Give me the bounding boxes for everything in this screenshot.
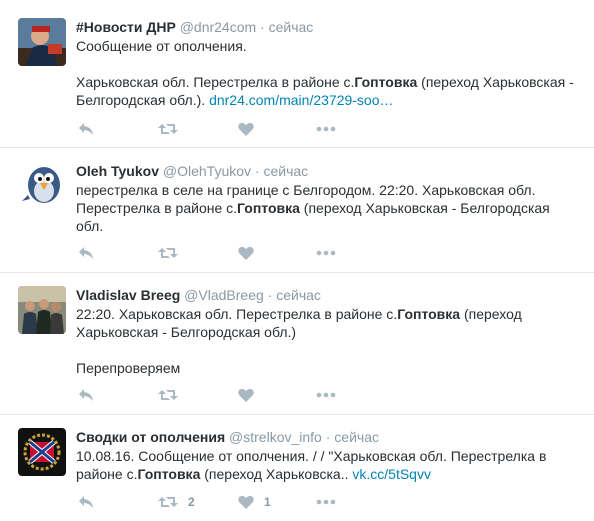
timestamp[interactable]: сейчас: [269, 19, 314, 35]
keyword: Гоптовка: [237, 200, 300, 216]
text-span: районе с.: [76, 466, 138, 482]
more-icon: [316, 126, 336, 132]
tweet-actions: [76, 387, 376, 403]
tweet[interactable]: #Новости ДНР @dnr24com · сейчас Сообщени…: [0, 0, 594, 148]
keyword: Гоптовка: [397, 306, 461, 322]
heart-icon: [238, 388, 254, 402]
tweet-header: #Новости ДНР @dnr24com · сейчас: [76, 18, 584, 36]
separator-dot: ·: [325, 429, 331, 445]
tweet-line: обл.: [76, 218, 104, 234]
heart-icon: [238, 122, 254, 136]
more-button[interactable]: [316, 494, 336, 510]
tweet[interactable]: Vladislav Breeg @VladBreeg · сейчас 22:2…: [0, 274, 594, 415]
tweet-line: Перестрелка в районе с.Гоптовка (переход…: [76, 199, 584, 217]
novorossiya-flag-avatar[interactable]: [18, 428, 66, 476]
more-icon: [316, 499, 336, 505]
retweet-button[interactable]: [158, 245, 188, 261]
tweet-actions: 2 1: [76, 494, 376, 510]
more-button[interactable]: [316, 121, 336, 137]
tweet-link[interactable]: vk.cc/5tSqvv: [352, 466, 431, 482]
tweet-line: перестрелка в селе на границе с Белгород…: [76, 182, 536, 198]
retweet-icon: [158, 248, 178, 258]
retweet-icon: [158, 124, 178, 134]
heart-icon: [238, 246, 254, 260]
tweet-header: Oleh Tyukov @OlehTyukov · сейчас: [76, 162, 584, 180]
reply-button[interactable]: [78, 121, 94, 137]
text-span: 22:20. Харьковская обл. Перестрелка в ра…: [76, 306, 398, 322]
reply-button[interactable]: [78, 387, 94, 403]
tweet-line: Сообщение от ополчения.: [76, 38, 247, 54]
reply-button[interactable]: [78, 245, 94, 261]
timestamp[interactable]: сейчас: [263, 163, 308, 179]
like-button[interactable]: [238, 387, 264, 403]
author-username[interactable]: @dnr24com: [180, 19, 256, 35]
group-photo-avatar[interactable]: [18, 286, 66, 334]
tweet-text: 22:20. Харьковская обл. Перестрелка в ра…: [76, 305, 584, 377]
author-username[interactable]: @OlehTyukov: [163, 163, 251, 179]
tweet-line: Перепроверяем: [76, 360, 181, 376]
keyword: Гоптовка: [137, 466, 201, 482]
author-username[interactable]: @VladBreeg: [184, 287, 264, 303]
tweet-line: Харьковская обл. Перестрелка в районе с.…: [76, 73, 584, 91]
more-button[interactable]: [316, 387, 336, 403]
tweet-actions: [76, 121, 376, 137]
tweet-text: 10.08.16. Сообщение от ополчения. / / "Х…: [76, 447, 584, 483]
separator-dot: ·: [260, 19, 265, 35]
tweet-actions: [76, 245, 376, 261]
reply-icon: [79, 389, 93, 401]
text-span: Белгородская обл.).: [76, 92, 210, 108]
text-span: (переход: [460, 306, 522, 322]
heart-icon: [238, 495, 254, 509]
retweet-button[interactable]: [158, 121, 188, 137]
tweet-header: Сводки от ополчения @strelkov_info · сей…: [76, 428, 584, 446]
tweet-link[interactable]: dnr24.com/main/23729-soo…: [209, 92, 393, 108]
more-icon: [316, 250, 336, 256]
reply-icon: [79, 247, 93, 259]
like-count: 1: [264, 495, 271, 509]
text-span: Харьковская обл. Перестрелка в районе с.: [76, 74, 355, 90]
like-button[interactable]: 1: [238, 494, 271, 510]
reply-icon: [79, 123, 93, 135]
retweet-icon: [158, 497, 178, 507]
author-name[interactable]: Сводки от ополчения: [76, 429, 225, 445]
more-button[interactable]: [316, 245, 336, 261]
separator-dot: ·: [267, 287, 273, 303]
timestamp[interactable]: сейчас: [276, 287, 321, 303]
tweet[interactable]: Oleh Tyukov @OlehTyukov · сейчас перестр…: [0, 149, 594, 273]
author-name[interactable]: Oleh Tyukov: [76, 163, 159, 179]
retweet-icon: [158, 390, 178, 400]
reply-button[interactable]: [78, 494, 94, 510]
retweet-button[interactable]: [158, 387, 188, 403]
dnr-news-avatar[interactable]: [18, 18, 66, 66]
timeline: #Новости ДНР @dnr24com · сейчас Сообщени…: [0, 0, 594, 521]
bird-avatar[interactable]: [18, 161, 66, 209]
keyword: Гоптовка: [354, 74, 418, 90]
text-span: (переход Харьковская -: [417, 74, 574, 90]
tweet-line: Харьковская - Белгородская обл.): [76, 324, 297, 340]
author-username[interactable]: @strelkov_info: [229, 429, 322, 445]
text-span: (переход Харьковска..: [200, 466, 353, 482]
tweet-text: перестрелка в селе на границе с Белгород…: [76, 181, 584, 235]
timestamp[interactable]: сейчас: [334, 429, 379, 445]
tweet-header: Vladislav Breeg @VladBreeg · сейчас: [76, 286, 584, 304]
tweet[interactable]: Сводки от ополчения @strelkov_info · сей…: [0, 416, 594, 521]
tweet-line: 22:20. Харьковская обл. Перестрелка в ра…: [76, 305, 584, 323]
text-span: Перестрелка в районе с.: [76, 200, 238, 216]
author-name[interactable]: #Новости ДНР: [76, 19, 176, 35]
like-button[interactable]: [238, 245, 264, 261]
author-name[interactable]: Vladislav Breeg: [76, 287, 180, 303]
tweet-line: 10.08.16. Сообщение от ополчения. / / "Х…: [76, 448, 547, 464]
like-button[interactable]: [238, 121, 264, 137]
retweet-button[interactable]: 2: [158, 494, 195, 510]
tweet-line: Белгородская обл.). dnr24.com/main/23729…: [76, 91, 584, 109]
tweet-text: Сообщение от ополчения. Харьковская обл.…: [76, 37, 584, 109]
retweet-count: 2: [188, 495, 195, 509]
separator-dot: ·: [254, 163, 260, 179]
more-icon: [316, 392, 336, 398]
text-span: (переход Харьковская - Белгородская: [299, 200, 550, 216]
tweet-line: районе с.Гоптовка (переход Харьковска.. …: [76, 465, 584, 483]
reply-icon: [79, 496, 93, 508]
